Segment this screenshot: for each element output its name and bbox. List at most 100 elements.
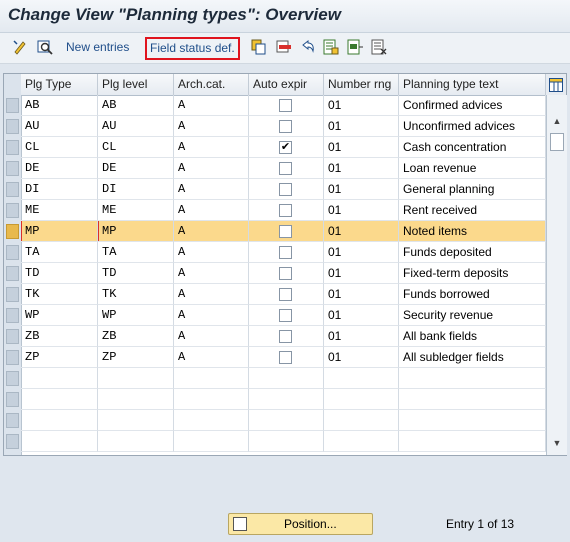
table-cell-num[interactable]: 01 (324, 284, 399, 305)
copy-icon[interactable] (251, 39, 267, 55)
table-cell-arch[interactable]: A (174, 347, 249, 368)
table-cell-auto[interactable] (249, 326, 324, 347)
table-cell-auto[interactable] (249, 158, 324, 179)
table-cell-type[interactable]: ZB (21, 326, 98, 347)
table-cell-arch[interactable]: A (174, 200, 249, 221)
table-cell-text[interactable]: All bank fields (399, 326, 546, 347)
column-header-plg-type[interactable]: Plg Type (21, 74, 98, 95)
table-cell-auto[interactable] (249, 116, 324, 137)
table-cell-auto[interactable]: ✔ (249, 137, 324, 158)
table-cell-arch[interactable]: A (174, 95, 249, 116)
table-cell-level[interactable]: AU (98, 116, 174, 137)
table-cell-type[interactable]: WP (21, 305, 98, 326)
table-row[interactable]: ME ME A 01 Rent received (4, 200, 546, 221)
auto-expir-checkbox[interactable] (279, 225, 292, 238)
table-cell-level[interactable]: DI (98, 179, 174, 200)
table-row[interactable] (4, 389, 546, 410)
auto-expir-checkbox[interactable] (279, 120, 292, 133)
table-cell-arch[interactable]: A (174, 284, 249, 305)
table-cell-text[interactable]: Funds deposited (399, 242, 546, 263)
vertical-scrollbar[interactable]: ▲ ▼ (546, 95, 567, 455)
table-cell-auto[interactable] (249, 221, 324, 242)
table-cell-level[interactable]: TK (98, 284, 174, 305)
position-button[interactable]: Position... (228, 513, 373, 535)
table-cell-auto[interactable] (249, 179, 324, 200)
auto-expir-checkbox[interactable] (279, 99, 292, 112)
table-cell-auto[interactable] (249, 263, 324, 284)
table-row[interactable]: DE DE A 01 Loan revenue (4, 158, 546, 179)
auto-expir-checkbox[interactable] (279, 183, 292, 196)
table-cell-text[interactable]: Funds borrowed (399, 284, 546, 305)
table-cell-text[interactable]: Unconfirmed advices (399, 116, 546, 137)
auto-expir-checkbox[interactable] (279, 204, 292, 217)
table-cell-type[interactable]: TK (21, 284, 98, 305)
table-row[interactable]: ZP ZP A 01 All subledger fields (4, 347, 546, 368)
row-selector[interactable] (6, 371, 19, 386)
table-cell-text[interactable]: Loan revenue (399, 158, 546, 179)
table-cell-auto[interactable] (249, 347, 324, 368)
table-cell-level[interactable]: TD (98, 263, 174, 284)
auto-expir-checkbox[interactable] (279, 162, 292, 175)
field-status-def-button[interactable]: Field status def. (145, 37, 240, 60)
table-cell-text[interactable]: Security revenue (399, 305, 546, 326)
table-row[interactable]: AU AU A 01 Unconfirmed advices (4, 116, 546, 137)
table-cell-text[interactable]: Confirmed advices (399, 95, 546, 116)
table-row[interactable] (4, 410, 546, 431)
table-cell-text[interactable]: Cash concentration (399, 137, 546, 158)
column-header-plg-level[interactable]: Plg level (98, 74, 174, 95)
table-cell-num[interactable]: 01 (324, 137, 399, 158)
row-selector[interactable] (6, 287, 19, 302)
table-cell-arch[interactable]: A (174, 116, 249, 137)
table-cell-text[interactable]: All subledger fields (399, 347, 546, 368)
table-cell-auto[interactable] (249, 284, 324, 305)
table-row[interactable]: ZB ZB A 01 All bank fields (4, 326, 546, 347)
row-selector[interactable] (6, 161, 19, 176)
table-cell-arch[interactable]: A (174, 137, 249, 158)
table-cell-arch[interactable]: A (174, 305, 249, 326)
table-cell-type[interactable]: AB (21, 95, 98, 116)
scroll-down-icon[interactable]: ▼ (549, 435, 565, 451)
table-cell-text[interactable]: General planning (399, 179, 546, 200)
row-selector[interactable] (6, 245, 19, 260)
row-selector[interactable] (6, 434, 19, 449)
display-change-icon[interactable] (37, 39, 53, 55)
row-selector[interactable] (6, 329, 19, 344)
table-cell-num[interactable]: 01 (324, 179, 399, 200)
table-row[interactable]: MP MP A 01 Noted items (4, 221, 546, 242)
table-cell-level[interactable]: TA (98, 242, 174, 263)
row-selector[interactable] (6, 119, 19, 134)
row-selector[interactable] (6, 203, 19, 218)
row-selector[interactable] (6, 266, 19, 281)
table-cell-level[interactable]: WP (98, 305, 174, 326)
table-cell-level[interactable]: DE (98, 158, 174, 179)
table-cell-num[interactable]: 01 (324, 263, 399, 284)
scroll-up-icon[interactable]: ▲ (549, 113, 565, 129)
table-cell-auto[interactable] (249, 242, 324, 263)
table-row[interactable]: TD TD A 01 Fixed-term deposits (4, 263, 546, 284)
delete-icon[interactable] (276, 39, 292, 55)
table-cell-arch[interactable]: A (174, 263, 249, 284)
edit-toggle-icon[interactable] (12, 39, 28, 55)
select-block-icon[interactable] (347, 39, 363, 55)
table-row[interactable] (4, 368, 546, 389)
table-cell-type[interactable]: TD (21, 263, 98, 284)
table-cell-arch[interactable]: A (174, 221, 249, 242)
table-cell-level[interactable]: MP (98, 221, 174, 242)
table-row[interactable]: TK TK A 01 Funds borrowed (4, 284, 546, 305)
table-cell-num[interactable]: 01 (324, 95, 399, 116)
table-cell-arch[interactable]: A (174, 158, 249, 179)
table-cell-type[interactable]: ZP (21, 347, 98, 368)
table-cell-level[interactable]: ME (98, 200, 174, 221)
table-cell-num[interactable]: 01 (324, 158, 399, 179)
table-cell-level[interactable]: ZB (98, 326, 174, 347)
table-cell-num[interactable]: 01 (324, 200, 399, 221)
row-selector[interactable] (6, 413, 19, 428)
row-selector[interactable] (6, 182, 19, 197)
table-cell-num[interactable]: 01 (324, 305, 399, 326)
table-cell-type[interactable]: DI (21, 179, 98, 200)
table-cell-arch[interactable]: A (174, 179, 249, 200)
table-cell-arch[interactable]: A (174, 242, 249, 263)
auto-expir-checkbox[interactable] (279, 309, 292, 322)
auto-expir-checkbox[interactable] (279, 351, 292, 364)
table-row[interactable]: WP WP A 01 Security revenue (4, 305, 546, 326)
